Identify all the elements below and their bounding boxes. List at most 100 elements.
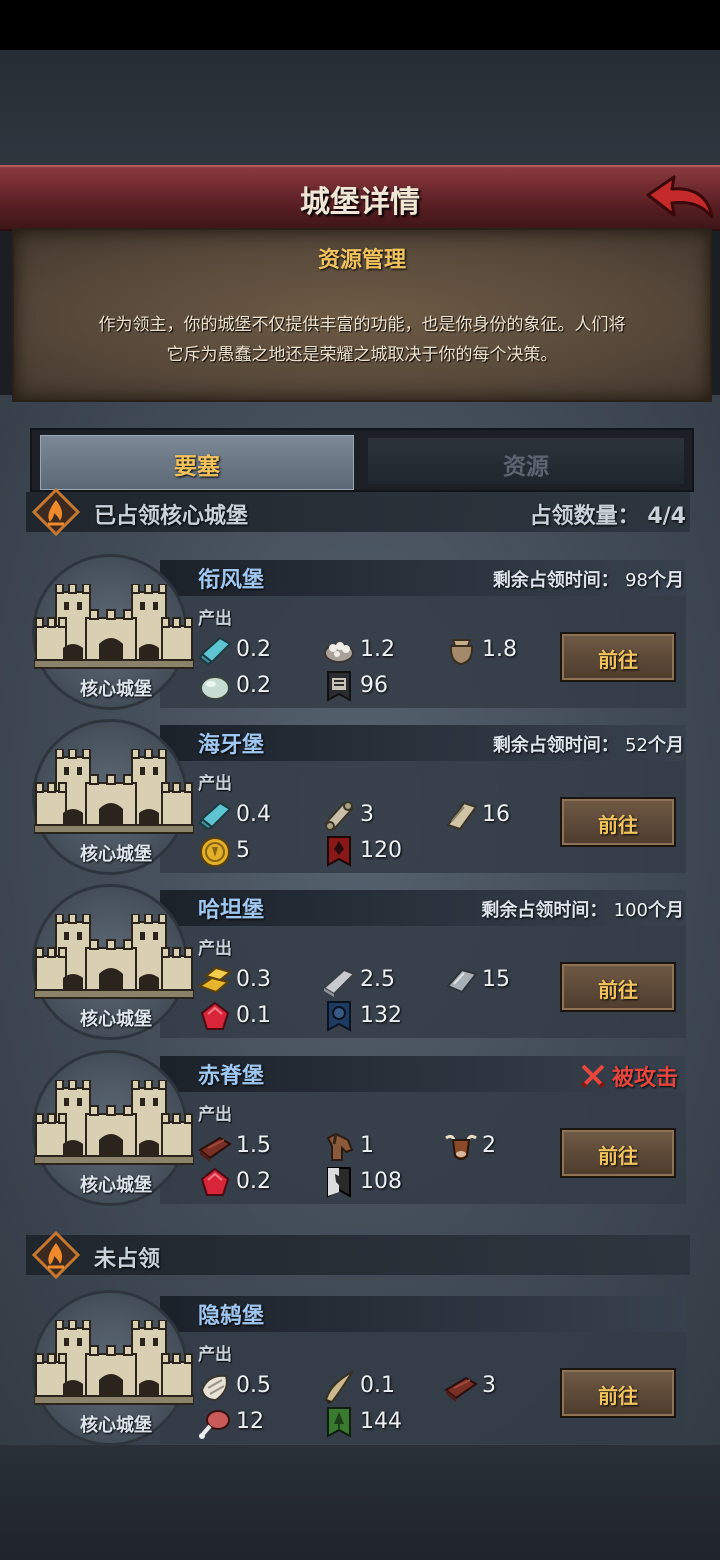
go-button-label: 前往 — [598, 1384, 638, 1408]
steel-ingot-icon — [446, 968, 478, 994]
section-title: 未占领 — [94, 1247, 161, 1272]
resource-value: 2.5 — [360, 967, 395, 992]
cloth-icon — [198, 801, 232, 831]
resource-value: 1 — [360, 1133, 374, 1158]
attacked-label: 被攻击 — [611, 1066, 678, 1091]
top-backdrop — [0, 50, 720, 168]
resource-value: 16 — [482, 802, 510, 827]
resource-value: 108 — [360, 1169, 402, 1194]
resource-value: 0.3 — [236, 967, 271, 992]
castle-icon — [33, 913, 195, 1000]
stone-icon — [200, 676, 230, 700]
remaining-time: 剩余占领时间： 52个月 — [493, 731, 684, 757]
occupied-section-header: 已占领核心城堡 占领数量： 4/4 — [26, 488, 690, 536]
resource-value: 1.8 — [482, 637, 517, 662]
remaining-value: 98 — [625, 570, 648, 591]
resource-value: 1.5 — [236, 1133, 271, 1158]
remaining-value: 52 — [625, 735, 648, 756]
core-castle-label: 核心城堡 — [80, 844, 152, 865]
castle-card: 核心城堡 哈坦堡 剩余占领时间： 100个月 产出 0.3 2.5 15 0.1 132 前往 — [26, 884, 690, 1042]
cotton-icon — [324, 642, 354, 663]
resource-value: 3 — [360, 802, 374, 827]
resource-value: 15 — [482, 967, 510, 992]
cattle-icon — [445, 1134, 477, 1160]
resource-value: 2 — [482, 1133, 496, 1158]
under-attack-status: 被攻击 — [580, 1060, 678, 1092]
remaining-time: 剩余占领时间： 100个月 — [481, 896, 684, 922]
remaining-unit: 个月 — [648, 900, 684, 921]
fire-emblem-icon — [32, 1231, 80, 1279]
resource-value: 5 — [236, 838, 250, 863]
castle-card: 核心城堡 衔风堡 剩余占领时间： 98个月 产出 0.2 1.2 1.8 0.2 96 前往 — [26, 554, 690, 712]
remaining-value: 100 — [613, 900, 648, 921]
output-label: 产出 — [198, 1105, 232, 1125]
gold-coin-icon — [200, 837, 230, 867]
fire-emblem-icon — [32, 488, 80, 536]
tab-fortress[interactable]: 要塞 — [40, 435, 354, 490]
castle-name: 赤脊堡 — [198, 1064, 265, 1089]
status-bar — [0, 0, 720, 50]
count-value: 4/4 — [647, 504, 686, 529]
castle-icon — [33, 748, 195, 835]
castle-name: 衔风堡 — [198, 568, 265, 593]
remaining-unit: 个月 — [648, 735, 684, 756]
go-button[interactable]: 前往 — [560, 797, 676, 847]
core-castle-label: 核心城堡 — [80, 679, 152, 700]
resource-value: 0.5 — [236, 1373, 271, 1398]
resource-value: 0.1 — [236, 1003, 271, 1028]
tab-label: 要塞 — [174, 454, 220, 480]
unoccupied-section-header: 未占领 — [26, 1231, 690, 1279]
resource-value: 144 — [360, 1409, 402, 1434]
go-button[interactable]: 前往 — [560, 632, 676, 682]
fur-icon — [200, 1374, 228, 1402]
castle-name: 隐鸫堡 — [198, 1304, 265, 1329]
troop-banner-icon — [327, 1167, 351, 1198]
castle-icon — [33, 583, 195, 670]
output-label: 产出 — [198, 609, 232, 629]
tab-resources[interactable]: 资源 — [368, 438, 684, 484]
output-label: 产出 — [198, 1345, 232, 1365]
castle-name: 哈坦堡 — [198, 898, 265, 923]
title-bar: 城堡详情 — [0, 165, 720, 231]
parchment-icon — [446, 801, 478, 831]
go-button[interactable]: 前往 — [560, 1368, 676, 1418]
output-label: 产出 — [198, 774, 232, 794]
section-title: 已占领核心城堡 — [94, 504, 249, 529]
resource-value: 96 — [360, 673, 388, 698]
go-button-label: 前往 — [598, 1144, 638, 1168]
castle-card: 核心城堡 隐鸫堡 产出 0.5 0.1 3 12 144 前往 — [26, 1290, 690, 1448]
count-label: 占领数量： — [529, 504, 640, 529]
core-castle-label: 核心城堡 — [80, 1415, 152, 1436]
core-castle-label: 核心城堡 — [80, 1009, 152, 1030]
troop-banner-icon — [327, 1001, 351, 1032]
resource-value: 0.1 — [360, 1373, 395, 1398]
info-text: 作为领主，你的城堡不仅提供丰富的功能，也是你身份的象征。人们将 它斥为愚蠢之地还… — [38, 310, 686, 370]
remaining-unit: 个月 — [648, 570, 684, 591]
resource-value: 0.4 — [236, 802, 271, 827]
go-button[interactable]: 前往 — [560, 1128, 676, 1178]
sack-icon — [449, 639, 474, 666]
remaining-label: 剩余占领时间： — [492, 570, 619, 591]
resource-value: 120 — [360, 838, 402, 863]
go-button-label: 前往 — [598, 648, 638, 672]
back-arrow-icon — [646, 175, 714, 219]
back-button[interactable] — [640, 173, 716, 225]
troop-banner-icon — [327, 671, 351, 702]
tab-label: 资源 — [503, 454, 549, 480]
info-panel: 资源管理 作为领主，你的城堡不仅提供丰富的功能，也是你身份的象征。人们将 它斥为… — [12, 228, 712, 402]
gold-bar-icon — [198, 966, 232, 994]
cloth-icon — [198, 636, 232, 666]
go-button[interactable]: 前往 — [560, 962, 676, 1012]
info-line: 它斥为愚蠢之地还是荣耀之城取决于你的每个决策。 — [166, 345, 558, 365]
castle-icon — [33, 1079, 195, 1166]
wood-icon — [444, 1376, 478, 1402]
troop-banner-icon — [327, 836, 351, 867]
meat-icon — [199, 1410, 230, 1439]
crossed-swords-icon — [580, 1064, 606, 1089]
horn-icon — [324, 1370, 355, 1404]
occupied-count: 占领数量： 4/4 — [530, 498, 686, 530]
troop-banner-icon — [327, 1407, 351, 1438]
resource-value: 0.2 — [236, 673, 271, 698]
remaining-label: 剩余占领时间： — [481, 900, 608, 921]
go-button-label: 前往 — [598, 813, 638, 837]
